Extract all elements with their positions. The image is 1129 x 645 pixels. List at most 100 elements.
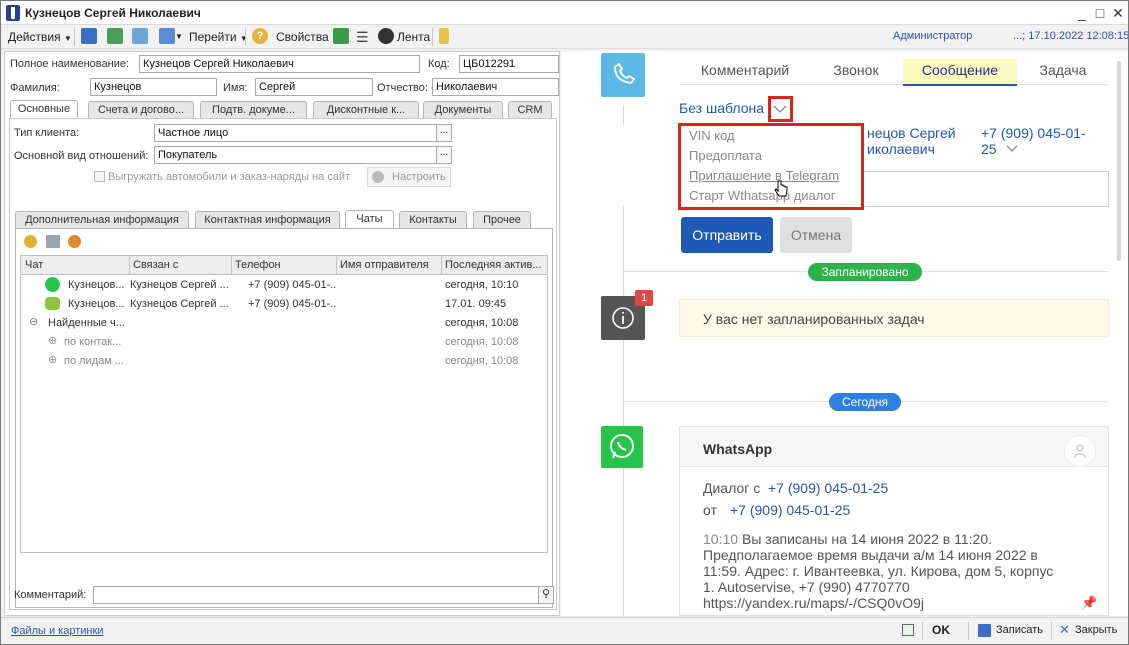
contact-phone-line-1[interactable]: +7 (909) 045-01- — [981, 125, 1086, 141]
col-linked[interactable]: Связан с — [129, 256, 229, 274]
copy-icon[interactable] — [132, 28, 148, 44]
message-line: Предполагаемое время выдачи а/м 14 июня … — [703, 547, 1038, 563]
setup-button[interactable]: Настроить — [367, 167, 451, 187]
table-row[interactable]: Кузнецов... Кузнецов Сергей ... +7 (909)… — [21, 295, 549, 314]
ok-button[interactable]: OK — [932, 623, 950, 637]
subtab-other[interactable]: Прочее — [473, 211, 531, 229]
toolbar: Действия ▼ ▼ Перейти ▼ ? Свойства ☰ Лент… — [1, 25, 1128, 49]
goto-menu[interactable]: Перейти ▼ — [189, 29, 248, 45]
code-field[interactable]: ЦБ012291 — [459, 55, 559, 73]
from-phone[interactable]: +7 (909) 045-01-25 — [730, 502, 850, 518]
message-input[interactable] — [861, 171, 1109, 207]
separator — [968, 622, 969, 640]
chats-grid: Чат Связан с Телефон Имя отправителя Пос… — [20, 255, 548, 553]
template-option-prepay[interactable]: Предоплата — [689, 148, 762, 163]
avatar[interactable] — [1064, 435, 1096, 467]
tab-comment[interactable]: Комментарий — [680, 59, 810, 85]
setup-label: Настроить — [392, 171, 446, 183]
subtab-contacts[interactable]: Контакты — [399, 211, 467, 229]
relation-select-button[interactable]: ... — [436, 146, 452, 164]
feed-button[interactable]: Лента — [397, 29, 430, 45]
help-icon[interactable]: ? — [252, 28, 268, 44]
col-chat[interactable]: Чат — [25, 256, 125, 274]
group-icon[interactable] — [46, 235, 60, 248]
gear-icon — [372, 171, 384, 183]
tab-main[interactable]: Основные — [10, 100, 78, 119]
contact-name-part-2[interactable]: иколаевич — [867, 141, 935, 157]
col-last-activity-label: Последняя актив... — [445, 259, 542, 271]
tab-task[interactable]: Задача — [1018, 59, 1108, 85]
table-row[interactable]: ⊕ по контак... сегодня, 10:08 — [21, 333, 549, 352]
template-dropdown-button[interactable] — [768, 96, 793, 122]
last-activity: сегодня, 10:08 — [445, 317, 519, 329]
col-last-activity[interactable]: Последняя актив... — [441, 256, 547, 274]
message-time: 10:10 — [703, 531, 739, 547]
send-button[interactable]: Отправить — [681, 217, 773, 253]
dialog-with-phone[interactable]: +7 (909) 045-01-25 — [768, 480, 888, 496]
table-row[interactable]: Кузнецов... Кузнецов Сергей ... +7 (909)… — [21, 276, 549, 295]
tab-call[interactable]: Звонок — [811, 59, 901, 85]
tab-discount-cards[interactable]: Дисконтные к... — [313, 101, 419, 119]
save-button[interactable]: Записать — [996, 624, 1043, 636]
timeline-line — [623, 105, 624, 125]
full-name-label: Полное наименование: — [10, 58, 130, 70]
delete-chat-icon[interactable] — [68, 235, 81, 248]
relation-field[interactable]: Покупатель — [154, 146, 437, 164]
subtab-chats[interactable]: Чаты — [345, 210, 394, 229]
name-field[interactable]: Сергей — [255, 78, 373, 96]
no-tasks-text: У вас нет запланированных задач — [703, 311, 925, 327]
pin-icon[interactable]: 📌 — [1081, 595, 1097, 611]
table-row[interactable]: ⊖ Найденные ч... сегодня, 10:08 — [21, 314, 549, 333]
files-link[interactable]: Файлы и картинки — [11, 625, 103, 637]
linked-with: Кузнецов Сергей ... — [130, 279, 229, 291]
maximize-button[interactable]: □ — [1091, 4, 1109, 22]
properties-button[interactable]: Свойства — [276, 29, 329, 45]
expand-icon[interactable]: ⊕ — [48, 334, 57, 347]
tab-crm[interactable]: CRM — [508, 101, 552, 119]
contact-phone-line-2[interactable]: 25 — [981, 141, 997, 157]
template-select[interactable]: Без шаблона — [679, 100, 764, 116]
close-button[interactable]: Закрыть — [1075, 624, 1117, 636]
separator — [245, 28, 246, 46]
client-type-field[interactable]: Частное лицо — [154, 124, 437, 142]
scrollbar[interactable] — [1117, 61, 1121, 261]
contact-name-part-1[interactable]: нецов Сергей — [867, 125, 956, 141]
search-icon[interactable]: ⚲ — [538, 586, 554, 604]
tab-accounts[interactable]: Счета и догово... — [88, 101, 194, 119]
actions-menu[interactable]: Действия ▼ — [8, 29, 72, 45]
minimize-button[interactable]: _ — [1073, 4, 1091, 22]
table-row[interactable]: ⊕ по лидам ... сегодня, 10:08 — [21, 352, 549, 371]
tab-message[interactable]: Сообщение — [903, 59, 1017, 85]
tab-confirm-docs[interactable]: Подтв. докуме... — [200, 101, 307, 119]
col-sender[interactable]: Имя отправителя — [336, 256, 440, 274]
user-name[interactable]: Администратор — [893, 30, 972, 42]
chevron-down-icon[interactable]: ▼ — [175, 29, 183, 45]
col-phone[interactable]: Телефон — [231, 256, 335, 274]
note-icon[interactable] — [439, 28, 449, 44]
template-option-whatsapp[interactable]: Старт Wthatsapp диалог — [689, 188, 835, 203]
store-icon[interactable] — [333, 28, 349, 44]
list-icon[interactable]: ☰ — [356, 29, 369, 45]
cancel-button[interactable]: Отмена — [780, 217, 852, 253]
subtab-contact-info[interactable]: Контактная информация — [195, 211, 340, 229]
subtab-additional-info[interactable]: Дополнительная информация — [15, 211, 189, 229]
comment-field[interactable] — [93, 586, 543, 604]
refresh-icon[interactable] — [107, 28, 123, 44]
patronymic-field[interactable]: Николаевич — [432, 78, 559, 96]
close-window-button[interactable]: ✕ — [1109, 4, 1127, 22]
navigate-back-icon[interactable] — [81, 28, 97, 44]
surname-field[interactable]: Кузнецов — [90, 78, 217, 96]
expand-icon[interactable]: ⊕ — [48, 353, 57, 366]
add-chat-icon[interactable] — [24, 235, 37, 248]
collapse-icon[interactable]: ⊖ — [29, 315, 38, 328]
export-checkbox[interactable] — [94, 171, 105, 182]
template-option-vin[interactable]: VIN код — [689, 128, 735, 143]
template-option-telegram[interactable]: Приглашение в Telegram — [689, 168, 839, 183]
tab-documents[interactable]: Документы — [423, 101, 503, 119]
create-based-icon[interactable] — [159, 28, 175, 44]
chevron-down-icon[interactable] — [1005, 143, 1019, 155]
call-icon — [601, 53, 645, 97]
client-type-select-button[interactable]: ... — [436, 124, 452, 142]
full-name-field[interactable]: Кузнецов Сергей Николаевич — [139, 55, 420, 73]
main-window: Кузнецов Сергей Николаевич _ □ ✕ Действи… — [0, 0, 1129, 645]
